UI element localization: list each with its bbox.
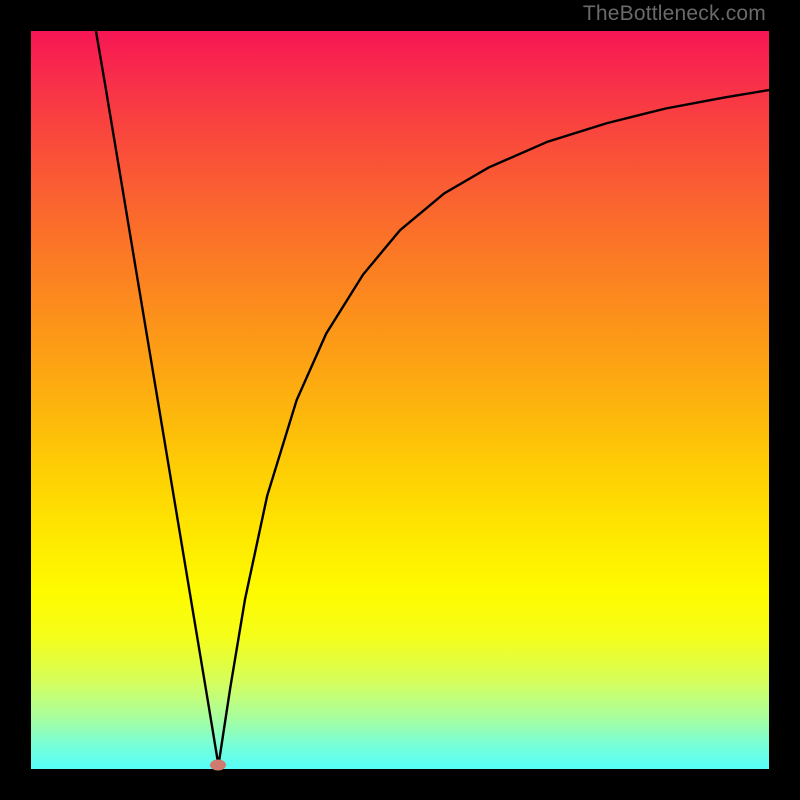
curve-right-branch — [218, 90, 769, 765]
curve-left-branch — [96, 31, 219, 765]
watermark-text: TheBottleneck.com — [583, 2, 766, 26]
plot-area — [31, 31, 769, 769]
bottleneck-curve — [31, 31, 769, 769]
chart-frame: TheBottleneck.com — [0, 0, 800, 800]
minimum-marker — [210, 760, 226, 771]
